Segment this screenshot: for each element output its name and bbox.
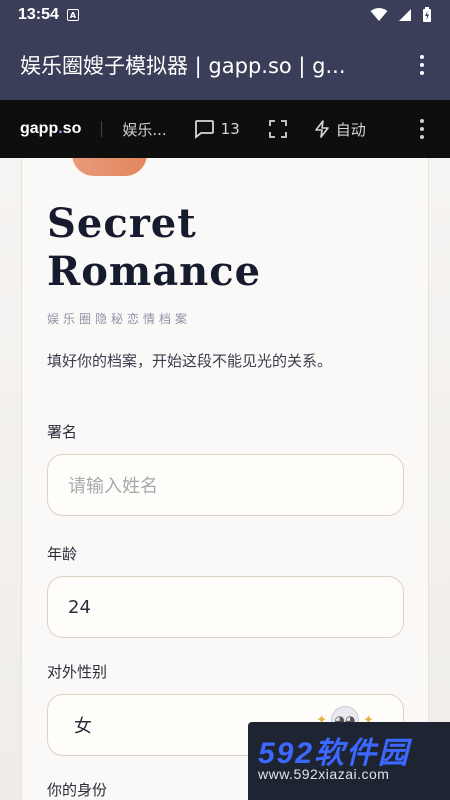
content-area[interactable]: Secret Romance 娱乐圈隐秘恋情档案 填好你的档案，开始这段不能见光… [0,158,450,800]
hero-title-line1: Secret [47,200,197,247]
status-bar: 13:54 A [0,0,450,30]
battery-charging-icon [423,7,431,22]
status-time: 13:54 [18,6,59,23]
site-toolbar: gapp.so 娱乐... 13 自动 [0,100,450,158]
age-label: 年龄 [47,545,78,563]
signal-icon [399,9,411,21]
status-icons [370,7,432,23]
toolbar-more-button[interactable] [414,113,430,145]
fullscreen-button[interactable] [268,119,288,139]
dot-icon [420,63,424,67]
dot-icon [420,119,424,123]
page-title: 娱乐圈嫂子模拟器 | gapp.so | g... [20,54,346,78]
comments-count: 13 [220,120,240,138]
name-input[interactable]: 请输入姓名 [47,454,404,516]
comment-icon [194,120,214,139]
app-logo [72,158,147,176]
identity-label: 你的身份 [47,781,108,799]
toolbar-divider [101,121,103,137]
hero-description: 填好你的档案，开始这段不能见光的关系。 [47,352,333,370]
dot-icon [420,127,424,131]
hero-subtitle: 娱乐圈隐秘恋情档案 [47,312,192,326]
name-label: 署名 [47,423,78,441]
age-input[interactable]: 24 [47,576,404,638]
lightning-icon [314,120,329,138]
notification-a-icon: A [66,9,79,21]
gapp-logo-link[interactable]: gapp.so [20,120,81,138]
auto-label: 自动 [335,120,366,139]
gender-value: 女 [74,716,92,737]
comments-button[interactable]: 13 [193,119,240,139]
overflow-menu-button[interactable] [414,49,430,81]
brand-right: so [62,120,82,137]
dot-icon [420,71,424,75]
wifi-icon [370,8,388,21]
dot-icon [420,55,424,59]
fullscreen-icon [268,120,287,138]
brand-left: gapp [20,120,59,137]
name-placeholder: 请输入姓名 [68,476,158,497]
watermark-url: www.592xiazai.com [258,766,390,782]
app-titlebar: 娱乐圈嫂子模拟器 | gapp.so | g... [0,30,450,100]
hero-title-line2: Romance [47,248,262,295]
hero-title: Secret Romance [47,200,261,296]
dot-icon [420,135,424,139]
gender-label: 对外性别 [47,663,108,681]
profile-card: Secret Romance 娱乐圈隐秘恋情档案 填好你的档案，开始这段不能见光… [21,158,429,800]
app-name-crumb[interactable]: 娱乐... [122,119,166,140]
age-value: 24 [68,596,91,618]
auto-mode-button[interactable]: 自动 [314,119,366,140]
